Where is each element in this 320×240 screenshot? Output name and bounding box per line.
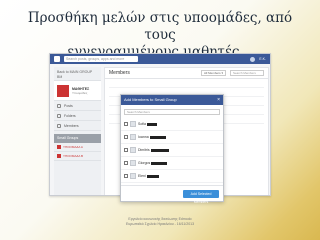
redaction-mark	[146, 174, 159, 178]
modal-member-row[interactable]: Dimitris	[121, 144, 223, 157]
avatar-icon	[130, 173, 136, 179]
small-group-item[interactable]: ΥΠΟΟΜΑΔΑ Α	[54, 143, 101, 152]
modal-title: Add Members to Small Group	[124, 97, 177, 102]
modal-header: Add Members to Small Group ×	[121, 95, 223, 105]
members-title: Members	[109, 70, 130, 76]
member-checkbox[interactable]	[124, 148, 128, 152]
member-checkbox[interactable]	[124, 174, 128, 178]
small-group-label: ΥΠΟΟΜΑΔΑ Α	[63, 145, 83, 149]
global-search-input[interactable]: Search posts, groups, apps and more	[64, 56, 138, 62]
modal-member-row[interactable]: Ioanna	[121, 131, 223, 144]
back-sub-label: ΒΜ	[57, 74, 63, 79]
member-name: Sofia	[138, 122, 157, 126]
small-group-label: ΥΠΟΟΜΑΔΑ Β	[63, 154, 84, 158]
member-checkbox[interactable]	[124, 122, 128, 126]
members-search-input[interactable]: Search Members	[230, 70, 264, 76]
modal-member-row[interactable]: Eleni	[121, 170, 223, 183]
small-group-icon	[57, 145, 61, 149]
member-name: Eleni	[138, 174, 159, 178]
slide-footer: Εργαλείο κοινωνικής δικτύωσης Edmodo Ευρ…	[105, 217, 215, 226]
group-sidebar: Back to MAIN GROUP ΒΜ ΜΑΘΗΤΕΣ Υποομάδες …	[54, 67, 101, 195]
member-name: Ioanna	[138, 135, 166, 139]
member-checkbox[interactable]	[124, 135, 128, 139]
list-icon	[57, 103, 61, 108]
slide-title-line-1: Προσθήκη μελών στις υποομάδες, από τους	[27, 10, 293, 43]
members-filter-dropdown[interactable]: All Members ▾	[200, 70, 226, 76]
sidebar-item-folders[interactable]: Folders	[54, 111, 101, 121]
redaction-mark	[151, 161, 168, 165]
current-group-card[interactable]: ΜΑΘΗΤΕΣ Υποομάδες	[54, 81, 101, 101]
redaction-mark	[150, 148, 169, 152]
group-thumbnail-icon	[57, 84, 69, 97]
footer-line-2: Ευρωπαϊκό Σχολείο Ηρακλείου - 16/11/2013	[125, 221, 195, 226]
sidebar-item-label: Folders	[64, 113, 76, 118]
close-icon[interactable]: ×	[217, 95, 220, 105]
group-subtitle: Υποομάδες	[72, 90, 88, 95]
member-row	[109, 79, 264, 88]
edmodo-logo-icon[interactable]	[54, 56, 60, 62]
people-icon	[57, 123, 61, 128]
user-avatar-icon[interactable]	[250, 56, 256, 62]
redaction-mark	[146, 122, 157, 126]
member-checkbox[interactable]	[124, 161, 128, 165]
member-name: Dimitris	[138, 148, 169, 152]
user-menu-label[interactable]: Ε.Κ.	[259, 57, 266, 61]
back-label: Back to MAIN GROUP	[57, 70, 93, 74]
sidebar-item-label: Posts	[64, 103, 73, 108]
redaction-mark	[149, 135, 166, 139]
small-group-item[interactable]: ΥΠΟΟΜΑΔΑ Β	[54, 152, 101, 161]
modal-member-row[interactable]: Giorgos	[121, 157, 223, 170]
modal-member-row[interactable]: Sofia	[121, 118, 223, 131]
add-selected-members-button[interactable]: Add Selected Members	[183, 190, 219, 204]
top-navigation-bar: Search posts, groups, apps and more Ε.Κ.	[50, 54, 270, 64]
avatar-icon	[130, 160, 136, 166]
sidebar-item-members[interactable]: Members	[54, 121, 101, 131]
folder-icon	[57, 113, 61, 118]
member-name: Giorgos	[138, 161, 168, 165]
small-groups-heading: Small Groups	[54, 134, 101, 143]
back-to-main-group-link[interactable]: Back to MAIN GROUP ΒΜ	[54, 67, 101, 81]
modal-search-input[interactable]: Search Members	[124, 109, 220, 115]
sidebar-item-label: Members	[64, 123, 79, 128]
avatar-icon	[130, 121, 136, 127]
avatar-icon	[130, 147, 136, 153]
small-group-icon	[57, 154, 61, 158]
sidebar-item-posts[interactable]: Posts	[54, 101, 101, 111]
group-name: ΜΑΘΗΤΕΣ	[72, 86, 90, 91]
avatar-icon	[130, 134, 136, 140]
modal-footer: Add Selected Members	[121, 185, 223, 204]
members-header: Members All Members ▾ Search Members	[105, 68, 268, 79]
add-members-dialog: Add Members to Small Group × Search Memb…	[120, 94, 224, 204]
